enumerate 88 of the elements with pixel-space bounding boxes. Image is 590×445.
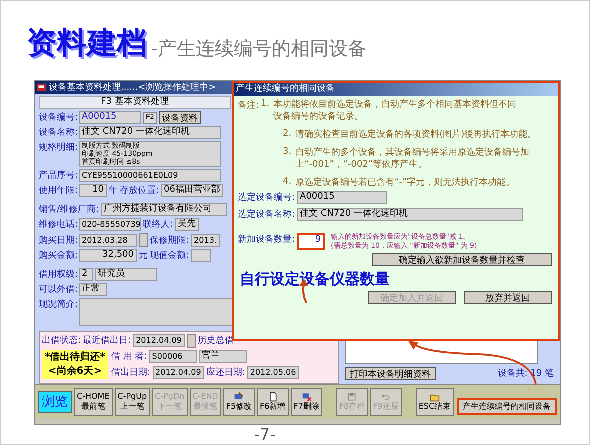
field-label: 现值金额:	[150, 250, 190, 262]
folder-icon	[430, 394, 440, 402]
field-label: 借用权级:	[39, 268, 77, 281]
years-field[interactable]: 10	[79, 184, 107, 197]
borrower-id-field[interactable]: S00006	[149, 350, 198, 362]
toolbar-button[interactable]: F6新增	[257, 388, 289, 416]
app-icon	[37, 83, 46, 92]
field-label: 保修期限:	[150, 234, 190, 246]
print-button[interactable]: 打印本设备明细资料	[345, 367, 436, 380]
serial-field[interactable]: CYE95510000661E0L09	[79, 169, 221, 182]
device-name-field[interactable]: 佳文 CN720 一体化速印机	[79, 126, 221, 139]
toolbar-button[interactable]: F7删除	[290, 388, 322, 416]
field-label: 应还日期:	[206, 366, 246, 378]
borrower-name-field[interactable]: 官兰	[199, 350, 248, 362]
note-number: 3.	[283, 147, 292, 159]
field-label: 借 用 者:	[111, 350, 148, 362]
field-label: 可以外借:	[39, 284, 77, 296]
vendor-field[interactable]: 广州方捷装订设备有限公司	[101, 203, 228, 216]
field-label: 现况简介:	[39, 298, 77, 311]
field-label: 设备编号:	[39, 112, 77, 124]
field-label: 使用年限:	[39, 184, 77, 197]
page-icon	[270, 392, 277, 402]
note-text: 原选定设备编号若已含有“-”字元，则无法执行本功能。	[296, 177, 516, 189]
field-label: 新加设备数量:	[238, 234, 296, 246]
field-label: 借出日期:	[111, 366, 151, 378]
field-label: 选定设备编号:	[238, 192, 296, 204]
amount-field[interactable]: 32,500	[79, 249, 137, 262]
field-label: 购买日期:	[39, 234, 77, 246]
edit-icon	[235, 392, 244, 399]
contact-field[interactable]: 吴先	[175, 218, 200, 231]
navigation-button[interactable]: C-PgUp 上一笔	[114, 388, 150, 416]
phone-field[interactable]: 020-85550739	[79, 218, 141, 231]
detail-button[interactable]: 设备资料	[159, 111, 202, 124]
field-label: 出借状态:	[42, 334, 82, 347]
unit-label: 年	[109, 184, 118, 197]
location-field[interactable]: 06福田营业部	[161, 184, 224, 197]
field-label: 存放位置:	[120, 184, 160, 197]
field-label: 维修电话:	[39, 218, 77, 231]
status-note-field[interactable]	[79, 298, 235, 326]
slide-subtitle: -产生连续编号的相同设备	[151, 40, 367, 59]
last-loan-date-field[interactable]: 2012.04.09	[133, 334, 185, 347]
undo-icon	[382, 394, 390, 400]
check-button[interactable]: 确定输入欲新加设备数量并检查	[372, 253, 552, 266]
warranty-field[interactable]: 2013.	[191, 234, 220, 246]
field-label: 联络人:	[143, 218, 174, 231]
spin-control[interactable]	[186, 334, 196, 348]
date-field[interactable]: 2012.03.28	[79, 234, 137, 246]
note-text: 自动产生的多个设备，其设备编号将采用原选定设备编号加上“-001”，“-002”等依序产生。	[296, 147, 531, 171]
note-text: 本功能将依目前选定设备，自动产生多个相同基本资料但不同设备编号的设备记录。	[274, 99, 518, 123]
notes-label: 备注:	[238, 100, 260, 113]
delete-icon	[302, 393, 312, 402]
record-count: 设备共: 19 笔	[498, 368, 554, 380]
level-name-field[interactable]: 研究员	[95, 268, 157, 281]
field-label: 选定设备名称:	[238, 208, 296, 221]
current-value-field[interactable]	[191, 249, 212, 262]
slide-title: 资料建档	[27, 29, 147, 59]
level-code-field[interactable]: 2	[79, 268, 93, 281]
unit-label: 元	[139, 250, 148, 262]
window-title: 设备基本资料处理......<浏览操作处理中>	[49, 82, 216, 94]
dialog-title: 产生连续编号的相同设备	[234, 83, 558, 96]
mode-button[interactable]: 浏览	[38, 390, 72, 412]
field-label: 购买金额:	[39, 250, 77, 262]
note-text: 请确实检查目前选定设备的各项资料(图片)後再执行本功能。	[296, 129, 538, 141]
dialog-button[interactable]: 放弃并返回	[464, 291, 552, 304]
spin-control[interactable]	[139, 233, 148, 247]
field-label: 产品序号:	[39, 170, 77, 182]
quantity-input[interactable]: 9	[297, 233, 326, 250]
section-header: F3 基本资料处理	[39, 96, 231, 109]
device-number-field[interactable]: A00015	[79, 111, 141, 124]
field-label: 销售/维修厂商:	[39, 204, 100, 216]
loan-status-text: *借出待归还*	[45, 350, 106, 364]
selected-number-field[interactable]: A00015	[297, 191, 388, 204]
selected-name-field[interactable]: 佳文 CN720 一体化速印机	[297, 208, 524, 221]
note-number: 1.	[261, 99, 270, 111]
remaining-days: <尚余6天>	[48, 364, 102, 378]
sequence-button[interactable]: 产生连续编号的相同设备	[457, 398, 557, 415]
navigation-button[interactable]: C-HOME 最前笔	[74, 388, 113, 416]
toolbar-button[interactable]: ESC结束	[416, 388, 454, 416]
note-number: 4.	[283, 177, 292, 189]
toolbar-button[interactable]: F5修改	[223, 388, 256, 416]
page-number: -7-	[253, 425, 277, 444]
field-label: 规格明细:	[39, 142, 77, 154]
loan-date-field[interactable]: 2012.04.09	[152, 366, 204, 378]
due-date-field[interactable]: 2012.05.06	[247, 366, 300, 378]
field-label: 设备名称:	[39, 126, 77, 139]
note-number: 2.	[283, 129, 292, 141]
lendable-field[interactable]: 正常	[79, 283, 107, 296]
field-label: 最近借出日:	[83, 334, 132, 347]
